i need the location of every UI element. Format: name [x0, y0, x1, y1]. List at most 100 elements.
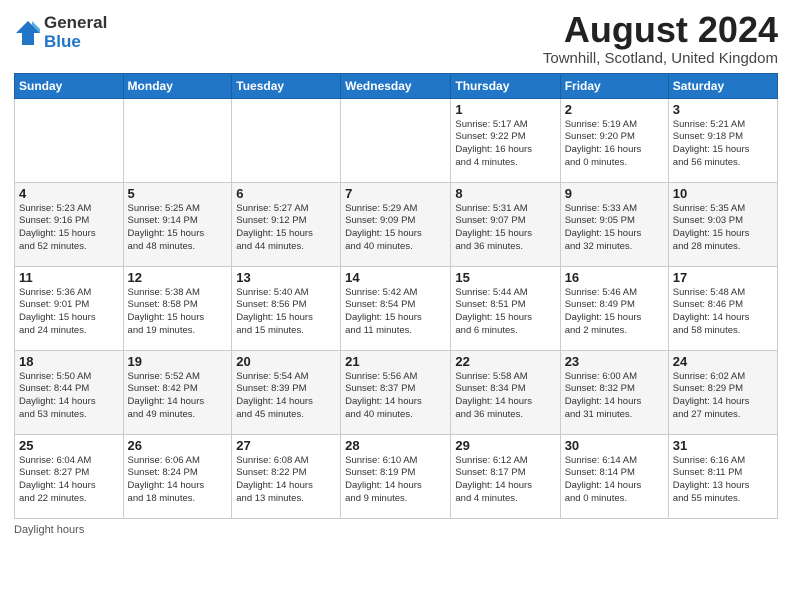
calendar-cell: 25Sunrise: 6:04 AM Sunset: 8:27 PM Dayli…	[15, 434, 124, 518]
col-wednesday: Wednesday	[341, 73, 451, 98]
footer-note: Daylight hours	[14, 524, 778, 536]
day-number: 23	[565, 354, 664, 369]
calendar-cell: 19 Sunrise: 5:52 AM Sunset: 8:42 PM Dayli…	[123, 350, 232, 434]
day-info: Sunrise: 5:44 AM Sunset: 8:51 PM Dayligh…	[455, 287, 555, 338]
day-number: 12	[128, 270, 228, 285]
title-block: August 2024 Townhill, Scotland, United K…	[543, 10, 778, 67]
calendar-cell: 4 Sunrise: 5:23 AM Sunset: 9:16 PM Daylig…	[15, 182, 124, 266]
day-info: Sunrise: 6:08 AM Sunset: 8:22 PM Dayligh…	[236, 455, 336, 506]
calendar-cell: 13Sunrise: 5:40 AM Sunset: 8:56 PM Dayli…	[232, 266, 341, 350]
calendar-cell: 11Sunrise: 5:36 AM Sunset: 9:01 PM Dayli…	[15, 266, 124, 350]
calendar-cell: 23 Sunrise: 6:00 AM Sunset: 8:32 PM Dayli…	[560, 350, 668, 434]
subtitle: Townhill, Scotland, United Kingdom	[543, 50, 778, 67]
day-info: Sunrise: 6:06 AM Sunset: 8:24 PM Dayligh…	[128, 455, 228, 506]
day-info: Sunrise: 5:54 AM Sunset: 8:39 PM Dayligh…	[236, 371, 336, 422]
day-info: Sunrise: 5:35 AM Sunset: 9:03 PM Dayligh…	[673, 203, 773, 254]
day-info: Sunrise: 5:58 AM Sunset: 8:34 PM Dayligh…	[455, 371, 555, 422]
col-friday: Friday	[560, 73, 668, 98]
calendar-week-3: 11Sunrise: 5:36 AM Sunset: 9:01 PM Dayli…	[15, 266, 778, 350]
calendar-cell: 28Sunrise: 6:10 AM Sunset: 8:19 PM Dayli…	[341, 434, 451, 518]
calendar-cell: 6Sunrise: 5:27 AM Sunset: 9:12 PM Daylig…	[232, 182, 341, 266]
day-info: Sunrise: 5:27 AM Sunset: 9:12 PM Dayligh…	[236, 203, 336, 254]
day-info: Sunrise: 5:42 AM Sunset: 8:54 PM Dayligh…	[345, 287, 446, 338]
calendar-cell: 27 Sunrise: 6:08 AM Sunset: 8:22 PM Dayli…	[232, 434, 341, 518]
day-number: 14	[345, 270, 446, 285]
day-info: Sunrise: 5:29 AM Sunset: 9:09 PM Dayligh…	[345, 203, 446, 254]
day-info: Sunrise: 6:00 AM Sunset: 8:32 PM Dayligh…	[565, 371, 664, 422]
calendar-cell: 2Sunrise: 5:19 AM Sunset: 9:20 PM Daylig…	[560, 98, 668, 182]
calendar-cell: 8 Sunrise: 5:31 AM Sunset: 9:07 PM Daylig…	[451, 182, 560, 266]
day-number: 16	[565, 270, 664, 285]
day-number: 31	[673, 438, 773, 453]
calendar-cell	[341, 98, 451, 182]
day-info: Sunrise: 5:17 AM Sunset: 9:22 PM Dayligh…	[455, 119, 555, 170]
calendar-cell: 30 Sunrise: 6:14 AM Sunset: 8:14 PM Dayli…	[560, 434, 668, 518]
day-info: Sunrise: 6:14 AM Sunset: 8:14 PM Dayligh…	[565, 455, 664, 506]
calendar-cell: 29 Sunrise: 6:12 AM Sunset: 8:17 PM Dayli…	[451, 434, 560, 518]
day-number: 19	[128, 354, 228, 369]
day-number: 7	[345, 186, 446, 201]
day-number: 5	[128, 186, 228, 201]
calendar-cell: 1 Sunrise: 5:17 AM Sunset: 9:22 PM Daylig…	[451, 98, 560, 182]
logo: General Blue	[14, 14, 107, 51]
calendar-cell: 16 Sunrise: 5:46 AM Sunset: 8:49 PM Dayli…	[560, 266, 668, 350]
calendar-cell: 7 Sunrise: 5:29 AM Sunset: 9:09 PM Daylig…	[341, 182, 451, 266]
calendar-cell: 15 Sunrise: 5:44 AM Sunset: 8:51 PM Dayli…	[451, 266, 560, 350]
day-number: 22	[455, 354, 555, 369]
day-info: Sunrise: 5:46 AM Sunset: 8:49 PM Dayligh…	[565, 287, 664, 338]
day-info: Sunrise: 6:12 AM Sunset: 8:17 PM Dayligh…	[455, 455, 555, 506]
calendar-cell: 26 Sunrise: 6:06 AM Sunset: 8:24 PM Dayli…	[123, 434, 232, 518]
col-thursday: Thursday	[451, 73, 560, 98]
day-number: 11	[19, 270, 119, 285]
day-info: Sunrise: 5:38 AM Sunset: 8:58 PM Dayligh…	[128, 287, 228, 338]
day-number: 20	[236, 354, 336, 369]
day-number: 17	[673, 270, 773, 285]
day-number: 1	[455, 102, 555, 117]
day-number: 2	[565, 102, 664, 117]
calendar-cell: 22 Sunrise: 5:58 AM Sunset: 8:34 PM Dayli…	[451, 350, 560, 434]
calendar-cell	[15, 98, 124, 182]
day-number: 25	[19, 438, 119, 453]
day-number: 21	[345, 354, 446, 369]
day-number: 8	[455, 186, 555, 201]
calendar-cell: 10Sunrise: 5:35 AM Sunset: 9:03 PM Dayli…	[668, 182, 777, 266]
col-sunday: Sunday	[15, 73, 124, 98]
day-info: Sunrise: 5:33 AM Sunset: 9:05 PM Dayligh…	[565, 203, 664, 254]
day-info: Sunrise: 5:31 AM Sunset: 9:07 PM Dayligh…	[455, 203, 555, 254]
logo-general-text: General	[44, 14, 107, 33]
calendar-cell: 3Sunrise: 5:21 AM Sunset: 9:18 PM Daylig…	[668, 98, 777, 182]
calendar-cell	[232, 98, 341, 182]
calendar-cell: 24Sunrise: 6:02 AM Sunset: 8:29 PM Dayli…	[668, 350, 777, 434]
day-number: 4	[19, 186, 119, 201]
calendar-cell: 21 Sunrise: 5:56 AM Sunset: 8:37 PM Dayli…	[341, 350, 451, 434]
day-info: Sunrise: 5:25 AM Sunset: 9:14 PM Dayligh…	[128, 203, 228, 254]
calendar-week-4: 18Sunrise: 5:50 AM Sunset: 8:44 PM Dayli…	[15, 350, 778, 434]
day-number: 28	[345, 438, 446, 453]
day-info: Sunrise: 5:23 AM Sunset: 9:16 PM Dayligh…	[19, 203, 119, 254]
day-number: 27	[236, 438, 336, 453]
day-info: Sunrise: 5:21 AM Sunset: 9:18 PM Dayligh…	[673, 119, 773, 170]
header: General Blue August 2024 Townhill, Scotl…	[14, 10, 778, 67]
day-info: Sunrise: 5:48 AM Sunset: 8:46 PM Dayligh…	[673, 287, 773, 338]
calendar-table: Sunday Monday Tuesday Wednesday Thursday…	[14, 73, 778, 519]
day-info: Sunrise: 5:56 AM Sunset: 8:37 PM Dayligh…	[345, 371, 446, 422]
day-number: 9	[565, 186, 664, 201]
col-monday: Monday	[123, 73, 232, 98]
day-number: 26	[128, 438, 228, 453]
day-number: 15	[455, 270, 555, 285]
logo-text: General Blue	[44, 14, 107, 51]
calendar-cell	[123, 98, 232, 182]
calendar-cell: 14 Sunrise: 5:42 AM Sunset: 8:54 PM Dayli…	[341, 266, 451, 350]
calendar-week-2: 4 Sunrise: 5:23 AM Sunset: 9:16 PM Daylig…	[15, 182, 778, 266]
logo-blue-text: Blue	[44, 33, 107, 52]
calendar-cell: 20 Sunrise: 5:54 AM Sunset: 8:39 PM Dayli…	[232, 350, 341, 434]
calendar-cell: 5 Sunrise: 5:25 AM Sunset: 9:14 PM Daylig…	[123, 182, 232, 266]
day-info: Sunrise: 5:52 AM Sunset: 8:42 PM Dayligh…	[128, 371, 228, 422]
calendar-week-1: 1 Sunrise: 5:17 AM Sunset: 9:22 PM Daylig…	[15, 98, 778, 182]
calendar-week-5: 25Sunrise: 6:04 AM Sunset: 8:27 PM Dayli…	[15, 434, 778, 518]
day-info: Sunrise: 5:40 AM Sunset: 8:56 PM Dayligh…	[236, 287, 336, 338]
day-number: 30	[565, 438, 664, 453]
calendar-cell: 9 Sunrise: 5:33 AM Sunset: 9:05 PM Daylig…	[560, 182, 668, 266]
main-title: August 2024	[543, 10, 778, 50]
day-number: 29	[455, 438, 555, 453]
